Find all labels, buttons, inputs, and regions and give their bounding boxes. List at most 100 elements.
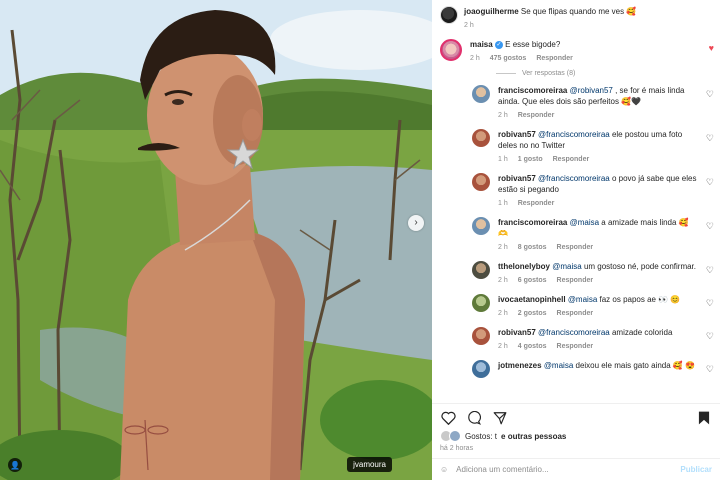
reply-item: jotmenezes @maisa deixou ele mais gato a…	[432, 356, 720, 382]
post-photo[interactable]: › 👤 jvamoura	[0, 0, 432, 480]
reply-button[interactable]: Responder	[557, 341, 594, 352]
commenter-username[interactable]: maisa	[470, 40, 493, 49]
comment-time[interactable]: 2 h	[498, 275, 508, 286]
comment-likes[interactable]: 475 gostos	[490, 53, 527, 64]
comment-text: deixou ele mais gato ainda 🥰 😍	[573, 361, 696, 370]
mention-link[interactable]: @maisa	[552, 262, 581, 271]
comment-likes[interactable]: 6 gostos	[518, 275, 547, 286]
liker-avatar	[449, 430, 461, 442]
commenter-avatar[interactable]	[472, 294, 490, 312]
caption-time[interactable]: 2 h	[464, 20, 474, 31]
like-heart-icon[interactable]: ♡	[706, 133, 714, 144]
photo-scene	[0, 0, 432, 480]
like-heart-icon[interactable]: ♡	[706, 177, 714, 188]
save-bookmark-icon[interactable]	[696, 410, 712, 426]
commenter-username[interactable]: franciscomoreiraa	[498, 86, 567, 95]
comment-likes[interactable]: 8 gostos	[518, 242, 547, 253]
reply-button[interactable]: Responder	[553, 154, 590, 165]
like-heart-icon[interactable]	[440, 410, 456, 426]
like-heart-icon[interactable]: ♡	[706, 265, 714, 276]
liked-heart-icon[interactable]: ♥	[709, 43, 714, 53]
comment-input[interactable]: Adiciona um comentário...	[456, 465, 672, 474]
comment-item: maisa ✓ E esse bigode? 2 h 475 gostos Re…	[432, 35, 720, 68]
comment-time[interactable]: 2 h	[498, 242, 508, 253]
mention-link[interactable]: @robivan57	[570, 86, 613, 95]
mention-link[interactable]: @maisa	[570, 218, 599, 227]
view-replies-button[interactable]: Ver respostas (8)	[432, 68, 720, 81]
comment-bubble-icon[interactable]	[466, 410, 482, 426]
likes-prefix[interactable]: Gostos: t	[465, 432, 497, 441]
commenter-avatar[interactable]	[472, 129, 490, 147]
author-username[interactable]: joaoguilherme	[464, 7, 519, 16]
author-avatar[interactable]	[440, 6, 458, 24]
reply-button[interactable]: Responder	[557, 308, 594, 319]
mention-link[interactable]: @franciscomoreiraa	[538, 174, 610, 183]
comment-text: E esse bigode?	[505, 40, 561, 49]
reply-button[interactable]: Responder	[518, 198, 555, 209]
likes-others[interactable]: e outras pessoas	[501, 432, 566, 441]
like-heart-icon[interactable]: ♡	[706, 221, 714, 232]
commenter-username[interactable]: jotmenezes	[498, 361, 542, 370]
mention-link[interactable]: @maisa	[568, 295, 597, 304]
user-tag-icon[interactable]: 👤	[8, 458, 22, 472]
commenter-username[interactable]: robivan57	[498, 328, 536, 337]
mention-link[interactable]: @maisa	[544, 361, 573, 370]
commenter-avatar[interactable]	[472, 261, 490, 279]
comment-time[interactable]: 1 h	[498, 198, 508, 209]
reply-item: robivan57 @franciscomoreiraa o povo já s…	[432, 169, 720, 213]
commenter-avatar[interactable]	[472, 217, 490, 235]
divider-line	[496, 73, 516, 74]
replies-list: franciscomoreiraa @robivan57 , se for é …	[432, 81, 720, 382]
commenter-username[interactable]: ivocaetanopinhell	[498, 295, 566, 304]
reply-item: franciscomoreiraa @maisa a amizade mais …	[432, 213, 720, 257]
commenter-username[interactable]: robivan57	[498, 130, 536, 139]
commenter-username[interactable]: robivan57	[498, 174, 536, 183]
like-heart-icon[interactable]: ♡	[706, 89, 714, 100]
reply-item: robivan57 @franciscomoreiraa ele postou …	[432, 125, 720, 169]
reply-item: franciscomoreiraa @robivan57 , se for é …	[432, 81, 720, 125]
comment-likes[interactable]: 4 gostos	[518, 341, 547, 352]
commenter-avatar[interactable]	[440, 39, 462, 61]
comment-likes[interactable]: 2 gostos	[518, 308, 547, 319]
commenter-avatar[interactable]	[472, 327, 490, 345]
comment-text: faz os papos ae 👀 😊	[597, 295, 681, 304]
comment-time[interactable]: 1 h	[498, 154, 508, 165]
reply-button[interactable]: Responder	[518, 110, 555, 121]
commenter-username[interactable]: tthelonelyboy	[498, 262, 550, 271]
verified-badge-icon: ✓	[494, 40, 503, 49]
reply-item: ivocaetanopinhell @maisa faz os papos ae…	[432, 290, 720, 323]
comment-time[interactable]: 2 h	[498, 110, 508, 121]
emoji-icon[interactable]: ☺	[440, 465, 448, 474]
next-photo-button[interactable]: ›	[408, 215, 424, 231]
reply-item: tthelonelyboy @maisa um gostoso né, pode…	[432, 257, 720, 290]
reply-item: robivan57 @franciscomoreiraa amizade col…	[432, 323, 720, 356]
caption-text: Se que flipas quando me ves 🥰	[520, 7, 637, 16]
like-heart-icon[interactable]: ♡	[706, 331, 714, 342]
like-heart-icon[interactable]: ♡	[706, 298, 714, 309]
comment-time[interactable]: 2 h	[470, 53, 480, 64]
reply-button[interactable]: Responder	[557, 275, 594, 286]
post-timestamp[interactable]: há 2 horas	[432, 442, 720, 452]
publish-button[interactable]: Publicar	[680, 465, 712, 474]
reply-button[interactable]: Responder	[536, 53, 573, 64]
commenter-username[interactable]: franciscomoreiraa	[498, 218, 567, 227]
comment-time[interactable]: 2 h	[498, 341, 508, 352]
add-comment-bar: ☺ Adiciona um comentário... Publicar	[432, 458, 720, 480]
commenter-avatar[interactable]	[472, 85, 490, 103]
commenter-avatar[interactable]	[472, 360, 490, 378]
instagram-post-view: › 👤 jvamoura joaoguilherme Se que flipas…	[0, 0, 720, 480]
commenter-avatar[interactable]	[472, 173, 490, 191]
likes-summary[interactable]: Gostos: t e outras pessoas	[432, 428, 720, 442]
reply-button[interactable]: Responder	[557, 242, 594, 253]
like-heart-icon[interactable]: ♡	[706, 364, 714, 375]
mention-link[interactable]: @franciscomoreiraa	[538, 328, 610, 337]
share-send-icon[interactable]	[492, 410, 508, 426]
comments-panel: joaoguilherme Se que flipas quando me ve…	[432, 0, 720, 480]
comment-text: um gostoso né, pode confirmar.	[581, 262, 697, 271]
comments-list[interactable]: maisa ✓ E esse bigode? 2 h 475 gostos Re…	[432, 35, 720, 403]
mention-link[interactable]: @franciscomoreiraa	[538, 130, 610, 139]
post-actions-bar	[432, 403, 720, 428]
tagged-user-label[interactable]: jvamoura	[347, 457, 392, 472]
comment-likes[interactable]: 1 gosto	[518, 154, 543, 165]
comment-time[interactable]: 2 h	[498, 308, 508, 319]
